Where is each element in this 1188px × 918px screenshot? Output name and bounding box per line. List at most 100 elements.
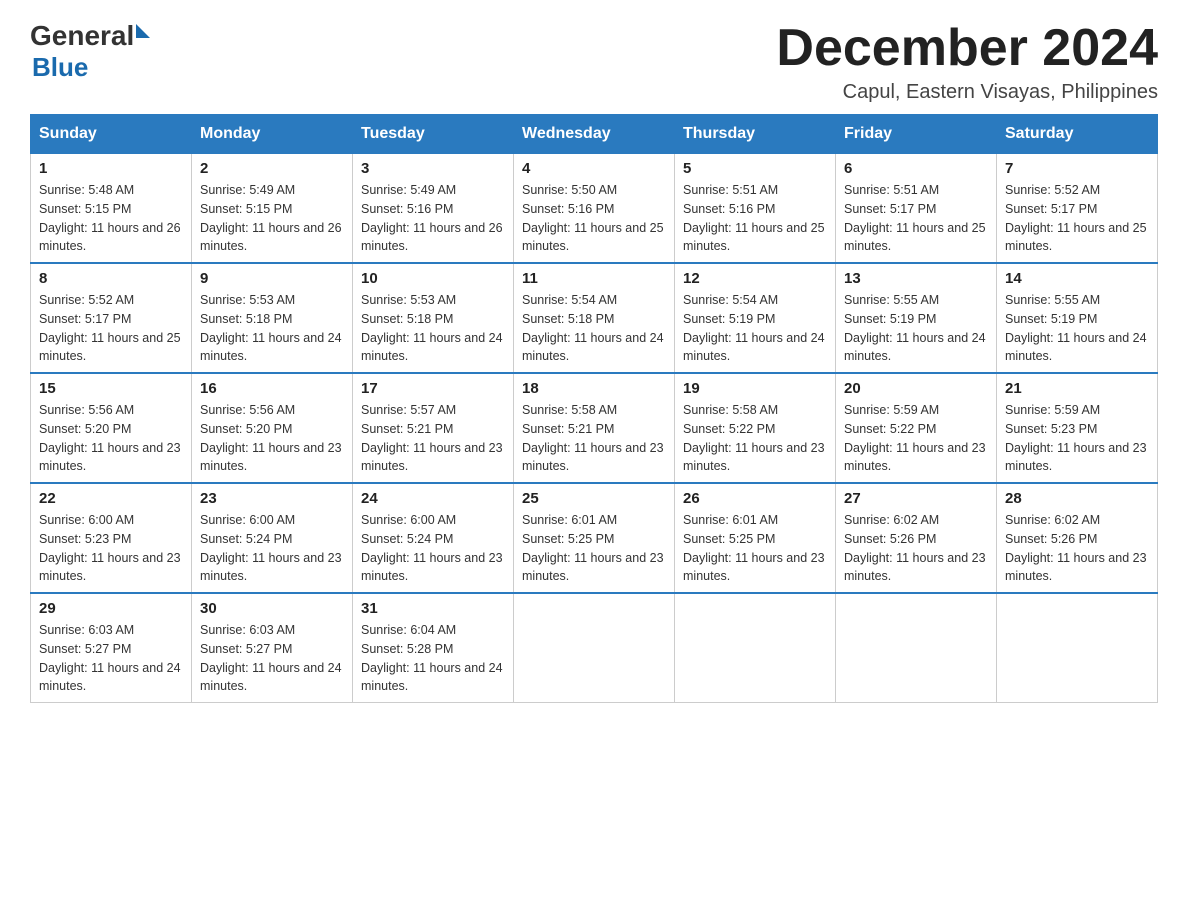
day-number: 30 [200, 600, 344, 617]
day-info: Sunrise: 6:01 AMSunset: 5:25 PMDaylight:… [522, 513, 664, 583]
day-info: Sunrise: 5:54 AMSunset: 5:18 PMDaylight:… [522, 293, 664, 363]
day-info: Sunrise: 5:48 AMSunset: 5:15 PMDaylight:… [39, 183, 181, 253]
day-number: 13 [844, 270, 988, 287]
logo: General Blue [30, 20, 150, 83]
calendar-week-row: 1 Sunrise: 5:48 AMSunset: 5:15 PMDayligh… [31, 154, 1158, 264]
page-header: General Blue December 2024 Capul, Easter… [30, 20, 1158, 104]
month-title: December 2024 [776, 20, 1158, 77]
day-number: 4 [522, 160, 666, 177]
day-info: Sunrise: 5:49 AMSunset: 5:15 PMDaylight:… [200, 183, 342, 253]
calendar-day-cell [836, 593, 997, 703]
day-number: 19 [683, 380, 827, 397]
calendar-day-cell: 30 Sunrise: 6:03 AMSunset: 5:27 PMDaylig… [192, 593, 353, 703]
day-number: 27 [844, 490, 988, 507]
day-info: Sunrise: 6:02 AMSunset: 5:26 PMDaylight:… [844, 513, 986, 583]
day-number: 15 [39, 380, 183, 397]
calendar-day-cell: 26 Sunrise: 6:01 AMSunset: 5:25 PMDaylig… [675, 483, 836, 593]
weekday-header-wednesday: Wednesday [514, 115, 675, 154]
calendar-day-cell [514, 593, 675, 703]
calendar-day-cell: 1 Sunrise: 5:48 AMSunset: 5:15 PMDayligh… [31, 154, 192, 264]
day-info: Sunrise: 5:55 AMSunset: 5:19 PMDaylight:… [844, 293, 986, 363]
weekday-header-saturday: Saturday [997, 115, 1158, 154]
day-info: Sunrise: 5:54 AMSunset: 5:19 PMDaylight:… [683, 293, 825, 363]
calendar-day-cell: 16 Sunrise: 5:56 AMSunset: 5:20 PMDaylig… [192, 373, 353, 483]
calendar-day-cell: 10 Sunrise: 5:53 AMSunset: 5:18 PMDaylig… [353, 263, 514, 373]
calendar-week-row: 8 Sunrise: 5:52 AMSunset: 5:17 PMDayligh… [31, 263, 1158, 373]
day-info: Sunrise: 5:59 AMSunset: 5:23 PMDaylight:… [1005, 403, 1147, 473]
weekday-header-thursday: Thursday [675, 115, 836, 154]
day-info: Sunrise: 5:57 AMSunset: 5:21 PMDaylight:… [361, 403, 503, 473]
day-number: 18 [522, 380, 666, 397]
calendar-day-cell: 22 Sunrise: 6:00 AMSunset: 5:23 PMDaylig… [31, 483, 192, 593]
day-number: 31 [361, 600, 505, 617]
calendar-day-cell: 15 Sunrise: 5:56 AMSunset: 5:20 PMDaylig… [31, 373, 192, 483]
day-number: 22 [39, 490, 183, 507]
day-info: Sunrise: 5:52 AMSunset: 5:17 PMDaylight:… [39, 293, 181, 363]
calendar-table: SundayMondayTuesdayWednesdayThursdayFrid… [30, 114, 1158, 703]
calendar-day-cell: 8 Sunrise: 5:52 AMSunset: 5:17 PMDayligh… [31, 263, 192, 373]
day-info: Sunrise: 6:00 AMSunset: 5:23 PMDaylight:… [39, 513, 181, 583]
calendar-day-cell: 23 Sunrise: 6:00 AMSunset: 5:24 PMDaylig… [192, 483, 353, 593]
day-info: Sunrise: 5:59 AMSunset: 5:22 PMDaylight:… [844, 403, 986, 473]
day-info: Sunrise: 6:03 AMSunset: 5:27 PMDaylight:… [200, 623, 342, 693]
day-number: 20 [844, 380, 988, 397]
location-title: Capul, Eastern Visayas, Philippines [776, 81, 1158, 104]
day-number: 8 [39, 270, 183, 287]
day-info: Sunrise: 5:56 AMSunset: 5:20 PMDaylight:… [39, 403, 181, 473]
calendar-day-cell: 18 Sunrise: 5:58 AMSunset: 5:21 PMDaylig… [514, 373, 675, 483]
day-number: 11 [522, 270, 666, 287]
calendar-day-cell: 31 Sunrise: 6:04 AMSunset: 5:28 PMDaylig… [353, 593, 514, 703]
calendar-day-cell: 12 Sunrise: 5:54 AMSunset: 5:19 PMDaylig… [675, 263, 836, 373]
weekday-header-friday: Friday [836, 115, 997, 154]
day-number: 1 [39, 160, 183, 177]
day-info: Sunrise: 6:00 AMSunset: 5:24 PMDaylight:… [200, 513, 342, 583]
calendar-day-cell: 28 Sunrise: 6:02 AMSunset: 5:26 PMDaylig… [997, 483, 1158, 593]
weekday-header-sunday: Sunday [31, 115, 192, 154]
calendar-day-cell: 7 Sunrise: 5:52 AMSunset: 5:17 PMDayligh… [997, 154, 1158, 264]
calendar-day-cell: 27 Sunrise: 6:02 AMSunset: 5:26 PMDaylig… [836, 483, 997, 593]
day-number: 21 [1005, 380, 1149, 397]
day-number: 24 [361, 490, 505, 507]
day-info: Sunrise: 6:01 AMSunset: 5:25 PMDaylight:… [683, 513, 825, 583]
day-info: Sunrise: 5:50 AMSunset: 5:16 PMDaylight:… [522, 183, 664, 253]
day-number: 25 [522, 490, 666, 507]
day-number: 23 [200, 490, 344, 507]
day-number: 26 [683, 490, 827, 507]
calendar-day-cell: 17 Sunrise: 5:57 AMSunset: 5:21 PMDaylig… [353, 373, 514, 483]
day-number: 10 [361, 270, 505, 287]
logo-triangle-icon [136, 24, 150, 38]
day-number: 16 [200, 380, 344, 397]
day-info: Sunrise: 5:49 AMSunset: 5:16 PMDaylight:… [361, 183, 503, 253]
calendar-day-cell: 4 Sunrise: 5:50 AMSunset: 5:16 PMDayligh… [514, 154, 675, 264]
calendar-week-row: 29 Sunrise: 6:03 AMSunset: 5:27 PMDaylig… [31, 593, 1158, 703]
calendar-day-cell: 2 Sunrise: 5:49 AMSunset: 5:15 PMDayligh… [192, 154, 353, 264]
calendar-day-cell [997, 593, 1158, 703]
day-info: Sunrise: 5:51 AMSunset: 5:17 PMDaylight:… [844, 183, 986, 253]
day-number: 6 [844, 160, 988, 177]
day-number: 9 [200, 270, 344, 287]
day-number: 5 [683, 160, 827, 177]
weekday-header-monday: Monday [192, 115, 353, 154]
calendar-day-cell: 9 Sunrise: 5:53 AMSunset: 5:18 PMDayligh… [192, 263, 353, 373]
calendar-day-cell [675, 593, 836, 703]
day-info: Sunrise: 5:55 AMSunset: 5:19 PMDaylight:… [1005, 293, 1147, 363]
calendar-day-cell: 3 Sunrise: 5:49 AMSunset: 5:16 PMDayligh… [353, 154, 514, 264]
day-info: Sunrise: 5:58 AMSunset: 5:21 PMDaylight:… [522, 403, 664, 473]
day-number: 2 [200, 160, 344, 177]
day-info: Sunrise: 6:02 AMSunset: 5:26 PMDaylight:… [1005, 513, 1147, 583]
day-info: Sunrise: 5:58 AMSunset: 5:22 PMDaylight:… [683, 403, 825, 473]
day-info: Sunrise: 5:56 AMSunset: 5:20 PMDaylight:… [200, 403, 342, 473]
calendar-day-cell: 14 Sunrise: 5:55 AMSunset: 5:19 PMDaylig… [997, 263, 1158, 373]
day-number: 3 [361, 160, 505, 177]
calendar-day-cell: 11 Sunrise: 5:54 AMSunset: 5:18 PMDaylig… [514, 263, 675, 373]
calendar-day-cell: 5 Sunrise: 5:51 AMSunset: 5:16 PMDayligh… [675, 154, 836, 264]
day-info: Sunrise: 6:03 AMSunset: 5:27 PMDaylight:… [39, 623, 181, 693]
day-info: Sunrise: 6:04 AMSunset: 5:28 PMDaylight:… [361, 623, 503, 693]
title-block: December 2024 Capul, Eastern Visayas, Ph… [776, 20, 1158, 104]
calendar-week-row: 15 Sunrise: 5:56 AMSunset: 5:20 PMDaylig… [31, 373, 1158, 483]
day-number: 28 [1005, 490, 1149, 507]
calendar-day-cell: 29 Sunrise: 6:03 AMSunset: 5:27 PMDaylig… [31, 593, 192, 703]
calendar-week-row: 22 Sunrise: 6:00 AMSunset: 5:23 PMDaylig… [31, 483, 1158, 593]
day-info: Sunrise: 5:53 AMSunset: 5:18 PMDaylight:… [361, 293, 503, 363]
calendar-day-cell: 20 Sunrise: 5:59 AMSunset: 5:22 PMDaylig… [836, 373, 997, 483]
